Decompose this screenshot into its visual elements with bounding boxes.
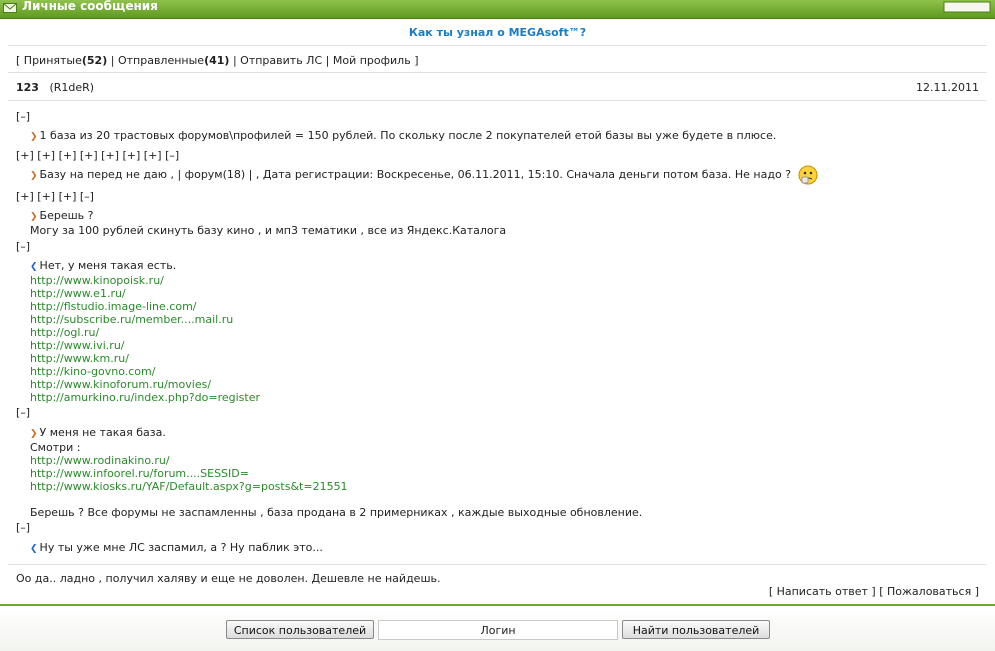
quoted-url[interactable]: http://amurkino.ru/index.php?do=register — [30, 391, 260, 404]
chevron-right-icon: ❯ — [30, 212, 38, 222]
quote-toggle[interactable]: [–] — [16, 521, 30, 534]
message-actions: [ Написать ответ ] [ Пожаловаться ] — [769, 585, 979, 598]
chevron-right-icon: ❯ — [30, 429, 38, 439]
tab-received-label: Принятые — [23, 54, 82, 67]
quote-toggle[interactable]: [–] — [16, 406, 30, 419]
tab-sent[interactable]: Отправленные(41) — [118, 54, 229, 67]
quoted-url[interactable]: http://subscribe.ru/member....mail.ru — [30, 313, 260, 326]
quoted-url[interactable]: http://flstudio.image-line.com/ — [30, 300, 260, 313]
quote-block: ❯ Берешь ? Могу за 100 рублей скинуть баз… — [30, 209, 506, 237]
separator: | — [325, 54, 330, 67]
quote-toggle[interactable]: [–] — [16, 110, 30, 123]
tab-received-count: (52) — [81, 54, 108, 67]
quote-text: Смотри : — [30, 441, 81, 454]
quoted-url[interactable]: http://www.e1.ru/ — [30, 287, 260, 300]
quote-text: 1 база из 20 трастовых форумов\профилей … — [39, 129, 777, 142]
chevron-left-icon: ❮ — [30, 262, 38, 272]
chevron-right-icon: ❯ — [30, 171, 38, 181]
quoted-url[interactable]: http://kino-govno.com/ — [30, 365, 260, 378]
bracket-close: ] — [414, 54, 419, 67]
send-pm-link[interactable]: Отправить ЛС — [240, 54, 322, 67]
quote-text: У меня не такая база. — [39, 426, 166, 439]
quote-block: ❮ Ну ты уже мне ЛС заспамил, а ? Ну пабли… — [30, 541, 323, 556]
quote-text: Ну ты уже мне ЛС заспамил, а ? Ну паблик… — [39, 541, 323, 554]
quote-text: Могу за 100 рублей скинуть базу кино , и… — [30, 224, 507, 237]
quote-block: ❯ 1 база из 20 трастовых форумов\профилей… — [30, 129, 776, 144]
quoted-url[interactable]: http://www.rodinakino.ru/ — [30, 454, 642, 467]
quote-toggle-group[interactable]: [+] [+] [+] [+] [+] [+] [+] [–] — [16, 149, 179, 162]
divider — [8, 100, 987, 101]
message-subject: Как ты узнал о MEGAsoft™? — [408, 26, 587, 39]
tab-sent-count: (41) — [204, 54, 230, 67]
quote-text: Берешь ? — [39, 209, 94, 222]
quoted-url[interactable]: http://www.kinopoisk.ru/ — [30, 274, 260, 287]
quote-text: Нет, у меня такая есть. — [39, 259, 177, 272]
quoted-url[interactable]: http://www.ivi.ru/ — [30, 339, 260, 352]
message-body: Оо да.. ладно , получил халяву и еще не … — [16, 572, 441, 585]
quoted-url[interactable]: http://www.kinoforum.ru/movies/ — [30, 378, 260, 391]
tab-sent-label: Отправленные — [117, 54, 205, 67]
tab-received[interactable]: Принятые(52) — [24, 54, 107, 67]
quoted-url[interactable]: http://www.infoorel.ru/forum....SESSID= — [30, 467, 642, 480]
window-title: Личные сообщения — [22, 0, 158, 13]
quoted-url[interactable]: http://www.km.ru/ — [30, 352, 260, 365]
write-reply-link[interactable]: [ Написать ответ ] — [769, 585, 876, 598]
quote-block: ❯ Базу на перед не даю , | форум(18) | , … — [30, 165, 818, 185]
quote-toggle[interactable]: [–] — [16, 240, 30, 253]
url-list: http://www.rodinakino.ru/ http://www.inf… — [30, 454, 642, 493]
quoted-url[interactable]: http://www.kiosks.ru/YAF/Default.aspx?g=… — [30, 480, 642, 493]
quote-block: ❯ У меня не такая база. Смотри : http://w… — [30, 426, 642, 519]
quote-text: Базу на перед не даю , | форум(18) | , Д… — [39, 168, 792, 181]
divider — [8, 72, 987, 73]
complain-link[interactable]: [ Пожаловаться ] — [879, 585, 979, 598]
quoted-url[interactable]: http://ogl.ru/ — [30, 326, 260, 339]
find-users-button[interactable]: Найти пользователей — [622, 620, 770, 639]
message-number: 123 — [16, 81, 39, 94]
url-list: http://www.kinopoisk.ru/ http://www.e1.r… — [30, 274, 260, 404]
quote-text: Берешь ? Все форумы не заспамленны , баз… — [30, 506, 643, 519]
message-header: 123 (R1deR) 12.11.2011 — [16, 81, 979, 94]
message-author[interactable]: (R1deR) — [49, 81, 94, 94]
chevron-right-icon: ❯ — [30, 132, 38, 142]
my-profile-link[interactable]: Мой профиль — [333, 54, 411, 67]
chevron-left-icon: ❮ — [30, 544, 38, 554]
divider — [8, 45, 987, 46]
envelope-icon — [3, 3, 17, 13]
bracket-open: [ — [16, 54, 21, 67]
window-titlebar: Личные сообщения — [0, 0, 995, 19]
separator: | — [110, 54, 115, 67]
pm-navigation: [ Принятые(52) | Отправленные(41) | Отпр… — [16, 54, 418, 67]
divider — [8, 564, 987, 565]
thinking-smiley-icon — [798, 165, 818, 185]
quote-block: ❮ Нет, у меня такая есть. http://www.kino… — [30, 259, 260, 404]
login-input[interactable]: Логин — [378, 620, 618, 640]
titlebar-controls-icon[interactable] — [942, 1, 992, 13]
quote-toggle-group[interactable]: [+] [+] [+] [–] — [16, 190, 94, 203]
separator: | — [232, 54, 237, 67]
user-list-button[interactable]: Список пользователей — [226, 620, 374, 639]
message-date: 12.11.2011 — [916, 81, 979, 94]
bottom-toolbar: Список пользователей Логин Найти пользов… — [0, 604, 995, 651]
